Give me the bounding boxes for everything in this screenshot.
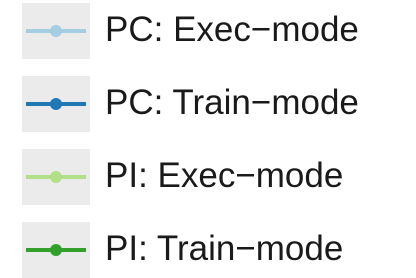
legend-item-pc-train-mode: PC: Train−mode xyxy=(22,76,402,132)
legend-label-pc-exec-mode: PC: Exec−mode xyxy=(105,10,359,49)
legend-point xyxy=(50,25,62,37)
legend-point xyxy=(50,171,62,183)
chart-legend: PC: Exec−mode PC: Train−mode PI: Exec−mo… xyxy=(0,0,416,278)
legend-key-pc-train-mode xyxy=(22,76,90,132)
legend-point xyxy=(50,244,62,256)
line-point-marker-icon xyxy=(26,98,86,110)
legend-point xyxy=(50,98,62,110)
legend-key-pi-exec-mode xyxy=(22,149,90,205)
legend-item-pc-exec-mode: PC: Exec−mode xyxy=(22,3,402,59)
legend-key-pi-train-mode xyxy=(22,222,90,278)
legend-item-pi-exec-mode: PI: Exec−mode xyxy=(22,149,402,205)
legend-label-pc-train-mode: PC: Train−mode xyxy=(105,83,359,122)
legend-label-pi-train-mode: PI: Train−mode xyxy=(105,229,344,268)
legend-item-pi-train-mode: PI: Train−mode xyxy=(22,222,402,278)
line-point-marker-icon xyxy=(26,25,86,37)
line-point-marker-icon xyxy=(26,244,86,256)
legend-label-pi-exec-mode: PI: Exec−mode xyxy=(105,156,344,195)
legend-key-pc-exec-mode xyxy=(22,3,90,59)
line-point-marker-icon xyxy=(26,171,86,183)
